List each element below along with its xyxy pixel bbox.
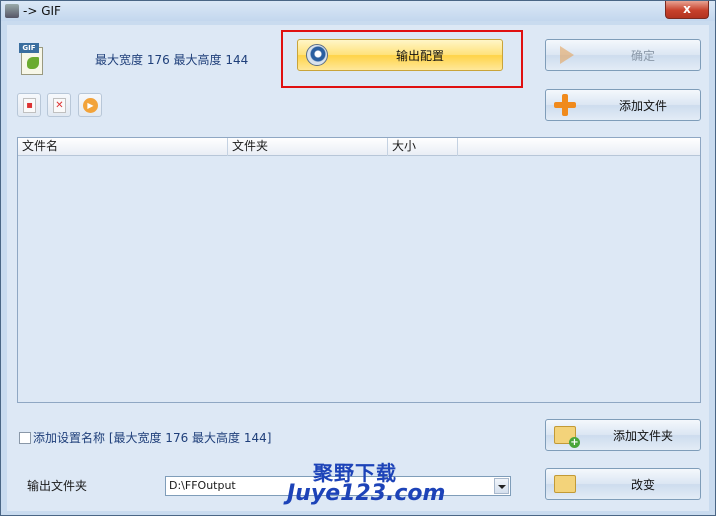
add-setting-name-option[interactable]: 添加设置名称 [最大宽度 176 最大高度 144] (19, 429, 271, 446)
close-button[interactable]: x (665, 1, 709, 19)
gif-file-icon: GIF (19, 43, 45, 75)
arrow-right-icon (560, 46, 574, 64)
client-area: GIF 最大宽度 176 最大高度 144 输出配置 确定 添加文件 ▪ ✕ ▶ (7, 25, 709, 511)
add-folder-button[interactable]: 添加文件夹 (545, 419, 701, 451)
output-folder-value: D:\FFOutput (169, 479, 236, 492)
column-header-size[interactable]: 大小 (388, 138, 458, 156)
column-header-filler (458, 138, 700, 156)
plus-icon (554, 94, 576, 116)
output-config-label: 输出配置 (395, 48, 444, 63)
delete-icon: ✕ (53, 98, 66, 113)
remove-file-icon: ▪ (23, 98, 36, 113)
add-folder-label: 添加文件夹 (612, 428, 673, 443)
folder-add-icon (554, 426, 580, 448)
play-button[interactable]: ▶ (78, 93, 102, 117)
add-file-button[interactable]: 添加文件 (545, 89, 701, 121)
file-list-header: 文件名 文件夹 大小 (18, 138, 700, 156)
settings-icon (306, 44, 328, 66)
remove-file-button[interactable]: ▪ (17, 93, 41, 117)
add-file-label: 添加文件 (618, 98, 667, 113)
change-label: 改变 (630, 477, 655, 492)
output-folder-label: 输出文件夹 (27, 479, 88, 493)
chevron-down-icon[interactable] (494, 478, 509, 494)
max-size-text: 最大宽度 176 最大高度 144 (95, 53, 249, 67)
output-config-button[interactable]: 输出配置 (297, 39, 503, 71)
delete-button[interactable]: ✕ (47, 93, 71, 117)
play-icon: ▶ (83, 98, 98, 113)
confirm-button[interactable]: 确定 (545, 39, 701, 71)
confirm-label: 确定 (630, 48, 655, 63)
watermark-url: Juye123.com (287, 481, 446, 506)
column-header-folder[interactable]: 文件夹 (228, 138, 388, 156)
title-bar: -> GIF x (1, 1, 715, 21)
add-setting-name-checkbox[interactable] (19, 431, 31, 444)
add-setting-name-label: 添加设置名称 [最大宽度 176 最大高度 144] (33, 431, 272, 445)
window-title: -> GIF (23, 4, 61, 18)
change-folder-button[interactable]: 改变 (545, 468, 701, 500)
gif-conversion-window: -> GIF x GIF 最大宽度 176 最大高度 144 输出配置 确定 添… (0, 0, 716, 516)
folder-icon (554, 475, 576, 493)
app-icon (5, 4, 19, 18)
file-list[interactable]: 文件名 文件夹 大小 (17, 137, 701, 403)
column-header-filename[interactable]: 文件名 (18, 138, 228, 156)
